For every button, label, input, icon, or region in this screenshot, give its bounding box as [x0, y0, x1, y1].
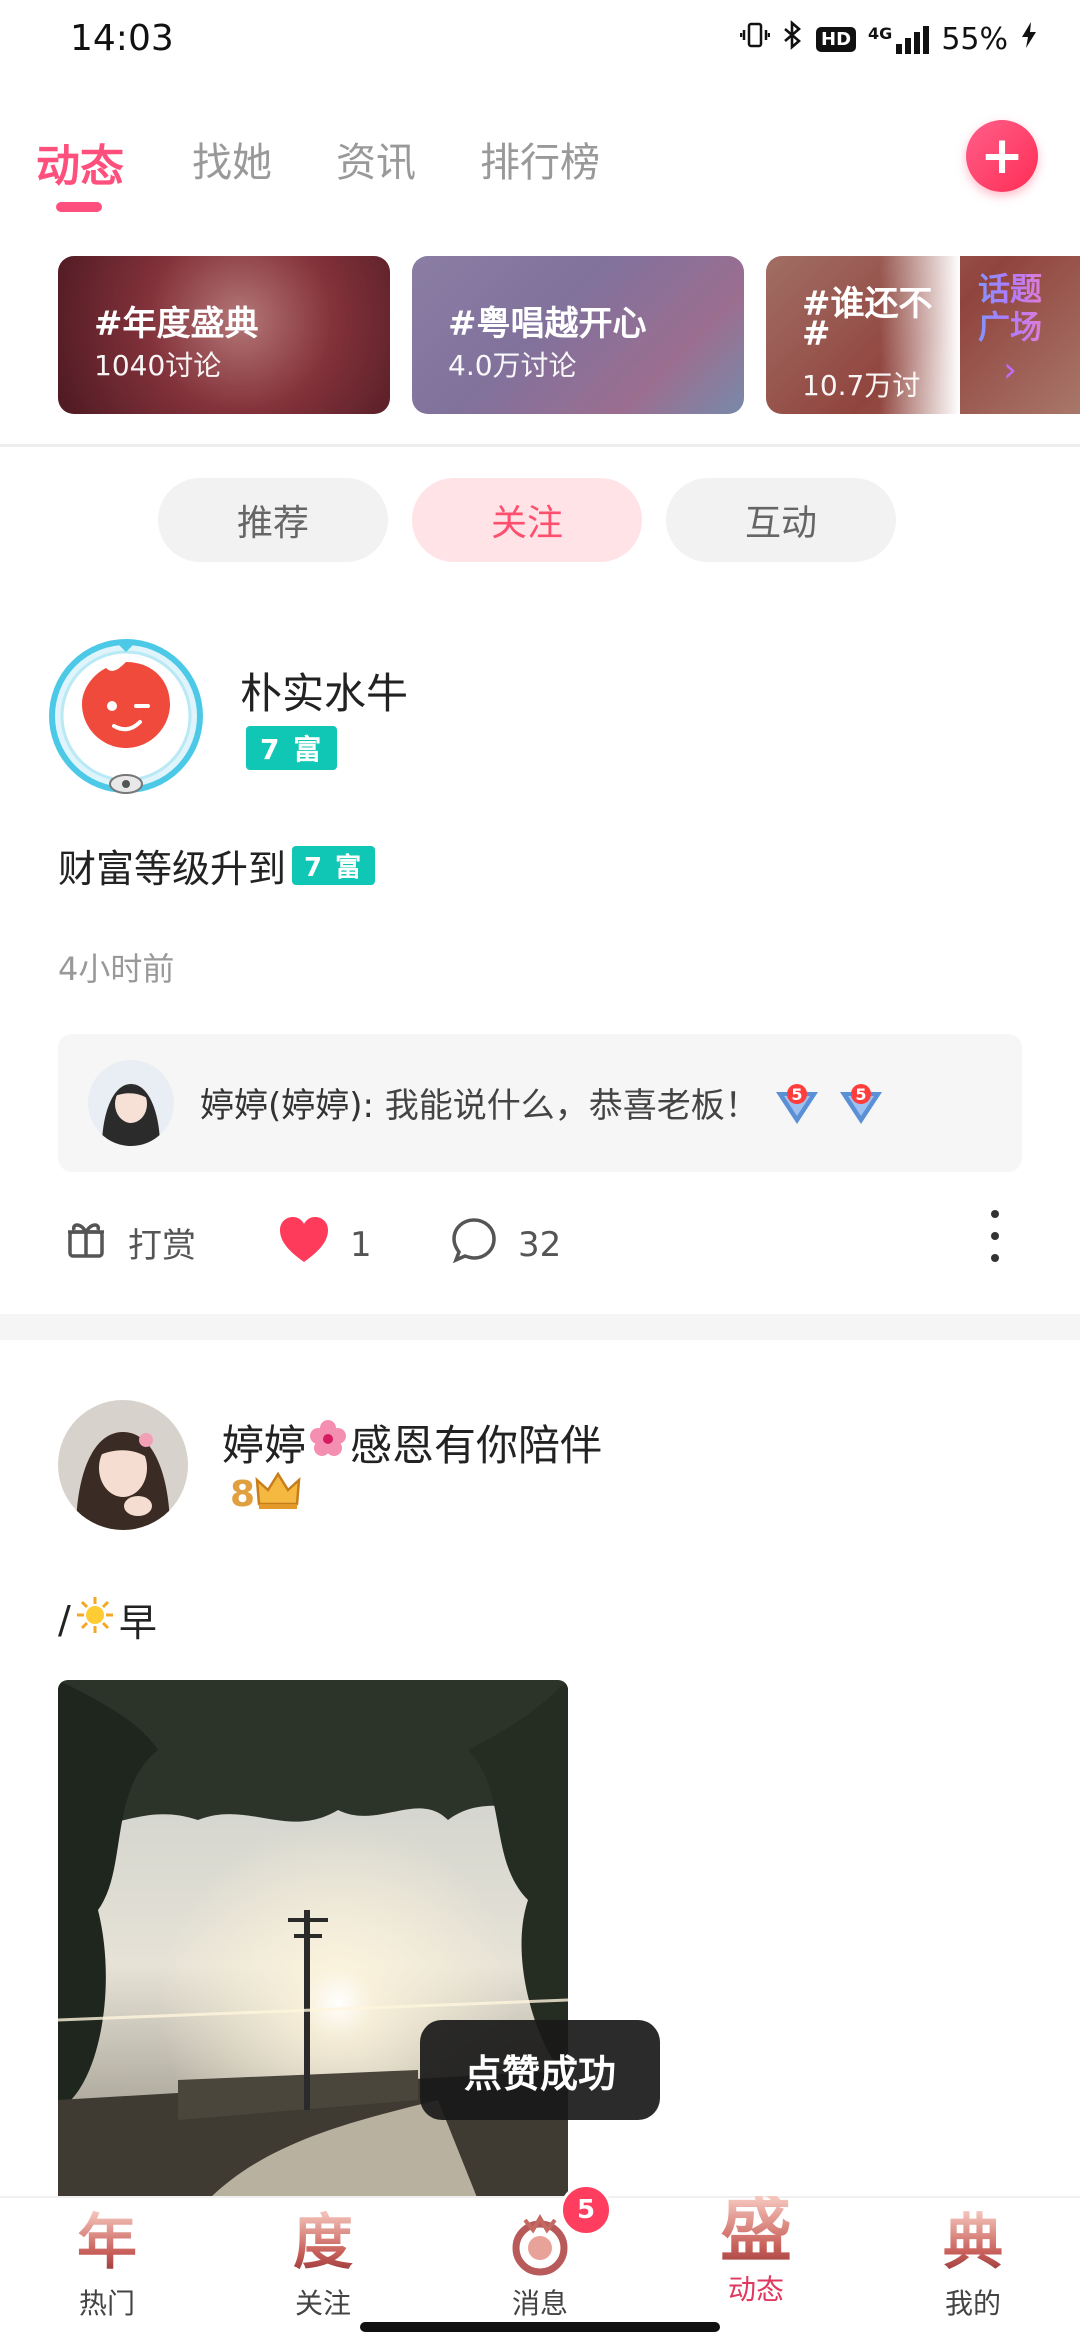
post-text: 财富等级升到 7 富 [58, 838, 376, 893]
vip-v-badge-icon: 5 [774, 1082, 820, 1128]
wealth-level-badge: 7 富 [292, 846, 376, 885]
nav-hot[interactable]: 年 热门 [32, 2210, 182, 2330]
section-divider [0, 1314, 1080, 1340]
crown-icon [255, 1470, 301, 1519]
gift-icon [64, 1216, 108, 1269]
network-type: 4G [868, 23, 893, 43]
topic-card-1[interactable]: #年度盛典 1040讨论 [58, 256, 390, 414]
post-actions: 打赏 1 32 [0, 1200, 1080, 1280]
nav-label: 热门 [78, 2287, 135, 2320]
bluetooth-icon [782, 20, 804, 58]
username[interactable]: 朴实水牛 [240, 660, 408, 721]
crown-level-number: 8 [230, 1474, 256, 1515]
nav-label: 消息 [511, 2287, 568, 2320]
like-button[interactable]: 1 [278, 1216, 372, 1273]
bottom-nav: 年 热门 度 关注 消息 盛 动态 典 我的 [0, 2193, 1080, 2342]
tab-paihangbang[interactable]: 排行榜 [480, 130, 600, 188]
post-text: / 早 [58, 1592, 157, 1647]
topic-card-2[interactable]: #粤唱越开心 4.0万讨论 [412, 256, 744, 414]
topic-plaza-button[interactable]: 话题 广场 › [955, 270, 1065, 400]
nav-label: 动态 [727, 2273, 784, 2306]
message-count-badge: 5 [560, 2184, 612, 2236]
comment-bubble-icon [450, 1216, 498, 1273]
post-image[interactable] [58, 1680, 568, 2200]
reward-button[interactable]: 打赏 [64, 1216, 196, 1269]
post-time: 4小时前 [58, 950, 175, 988]
flower-icon [308, 1418, 348, 1468]
topic-title-line2: # [802, 314, 831, 354]
crown-level-badge: 8 [230, 1470, 301, 1519]
heart-icon [278, 1216, 330, 1273]
topic-count: 1040讨论 [94, 349, 222, 382]
topic-count: 4.0万讨论 [448, 349, 577, 382]
vip-badge-number: 5 [791, 1085, 802, 1104]
nav-hot-icon: 年 [32, 2210, 182, 2280]
username-part1: 婷婷 [222, 1421, 307, 1470]
comment-avatar [88, 1060, 174, 1146]
avatar[interactable] [58, 1400, 188, 1530]
nav-follow[interactable]: 度 关注 [248, 2210, 398, 2330]
post-text-prefix: / [58, 1597, 71, 1642]
status-bar: 14:03 HD 4G 55% [0, 0, 1080, 84]
battery-percent: 55% [941, 21, 1008, 57]
topic-title: #粤唱越开心 [448, 304, 647, 344]
comment-text: 婷婷(婷婷): 我能说什么，恭喜老板！ [200, 1078, 759, 1127]
reward-label: 打赏 [128, 1226, 196, 1266]
add-post-button[interactable]: + [966, 120, 1038, 192]
vip-v-badge-icon: 5 [838, 1082, 884, 1128]
nav-label: 我的 [944, 2287, 1001, 2320]
nav-mine-icon: 典 [898, 2210, 1048, 2280]
comment-button[interactable]: 32 [450, 1216, 561, 1273]
nav-follow-icon: 度 [248, 2210, 398, 2280]
vibrate-icon [739, 20, 771, 58]
like-count: 1 [350, 1224, 372, 1265]
topic-title: #年度盛典 [94, 304, 259, 344]
divider [0, 444, 1080, 447]
signal-icon [896, 24, 930, 54]
nav-dongtai[interactable]: 盛 动态 [681, 2193, 831, 2330]
tab-underline [56, 202, 102, 212]
comment-body: 我能说什么，恭喜老板！ [373, 1086, 759, 1126]
more-options-icon[interactable] [980, 1204, 1010, 1268]
plus-icon: + [980, 126, 1024, 186]
toast-message: 点赞成功 [420, 2020, 660, 2120]
home-indicator[interactable] [360, 2322, 720, 2332]
topic-plaza-line2: 广场 [955, 308, 1065, 346]
segment-following[interactable]: 关注 [412, 478, 642, 562]
post-text-body: 早 [118, 1601, 157, 1645]
topic-fade [880, 256, 960, 414]
topic-plaza-line1: 话题 [955, 270, 1065, 308]
hd-badge: HD [816, 26, 857, 52]
charging-icon [1020, 20, 1038, 58]
top-tabs: 动态 找她 资讯 排行榜 [0, 110, 1080, 220]
post-text-body: 财富等级升到 [58, 847, 287, 891]
status-icons: HD 4G 55% [739, 20, 1038, 58]
nav-label: 关注 [294, 2287, 351, 2320]
segment-recommend[interactable]: 推荐 [158, 478, 388, 562]
tab-zixun[interactable]: 资讯 [336, 130, 416, 188]
avatar[interactable] [46, 636, 206, 796]
username[interactable]: 婷婷 感恩有你陪伴 [222, 1412, 602, 1473]
chevron-right-icon: › [1003, 350, 1017, 390]
comment-count: 32 [518, 1224, 562, 1265]
comment-author: 婷婷(婷婷): [200, 1086, 374, 1126]
tab-zhaota[interactable]: 找她 [192, 130, 272, 188]
wealth-level-badge: 7 富 [246, 726, 338, 770]
tab-dongtai[interactable]: 动态 [36, 130, 124, 194]
nav-mine[interactable]: 典 我的 [898, 2210, 1048, 2330]
status-time: 14:03 [70, 18, 174, 59]
username-part2: 感恩有你陪伴 [350, 1421, 603, 1470]
segment-interact[interactable]: 互动 [666, 478, 896, 562]
sun-emoji-icon [75, 1595, 115, 1644]
vip-badge-number: 5 [855, 1085, 866, 1104]
